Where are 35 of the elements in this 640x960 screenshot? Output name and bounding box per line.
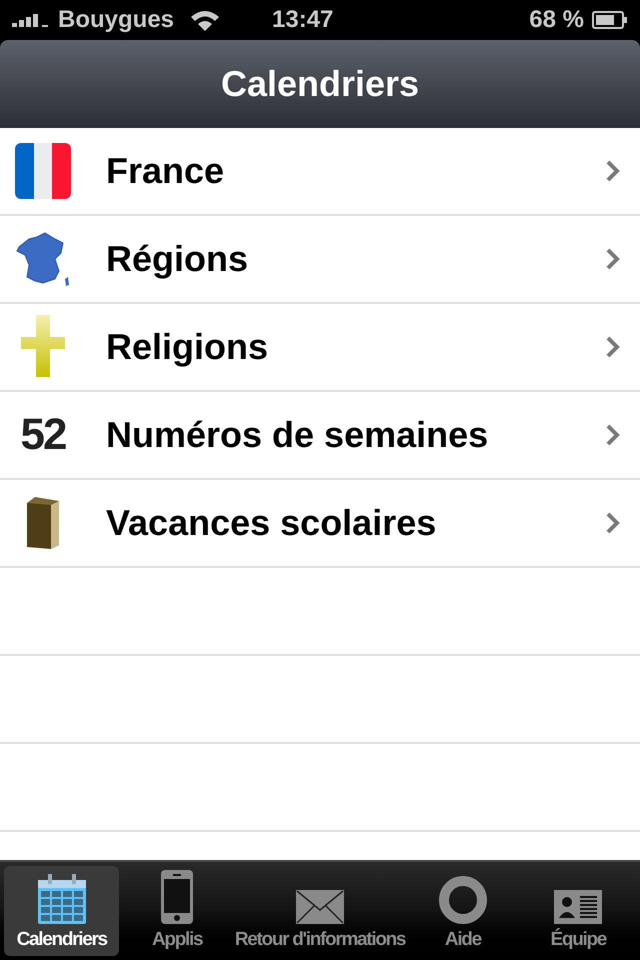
row-label: Vacances scolaires: [106, 501, 436, 545]
tab-item[interactable]: Retour d'informations: [234, 866, 406, 956]
chevron-icon: [606, 248, 620, 270]
flag-icon: [15, 143, 71, 199]
battery-icon: [592, 11, 628, 29]
week-number-icon: 52: [20, 413, 66, 457]
row-label: Numéros de semaines: [106, 413, 488, 457]
list-row[interactable]: Religions: [0, 304, 640, 392]
map-icon: [15, 231, 71, 287]
lifebuoy-icon: [438, 876, 487, 924]
navigation-title: Calendriers: [220, 62, 420, 106]
phone-icon: [161, 870, 194, 924]
row-label: Régions: [106, 237, 248, 281]
tab-item[interactable]: Aide: [405, 866, 521, 956]
list-row[interactable]: Régions: [0, 216, 640, 304]
carrier-name: Bouygues: [58, 5, 174, 35]
battery-percent: 68 %: [529, 5, 584, 35]
calendar-icon: [38, 874, 86, 924]
chevron-icon: [606, 336, 620, 358]
contact-card-icon: [554, 890, 602, 924]
status-time: 13:47: [272, 5, 334, 35]
envelope-icon: [296, 890, 344, 924]
chevron-icon: [606, 512, 620, 534]
signal-icon: [12, 13, 50, 27]
list-row[interactable]: France: [0, 128, 640, 216]
chevron-icon: [606, 160, 620, 182]
tab-item[interactable]: Applis: [119, 866, 235, 956]
tab-item[interactable]: Équipe: [520, 866, 636, 956]
tab-item[interactable]: Calendriers: [4, 866, 120, 956]
row-label: France: [106, 149, 224, 193]
chevron-icon: [606, 424, 620, 446]
wifi-icon: [190, 9, 220, 31]
list-row[interactable]: Vacances scolaires: [0, 480, 640, 568]
row-label: Religions: [106, 325, 268, 369]
list-row[interactable]: 52 Numéros de semaines: [0, 392, 640, 480]
